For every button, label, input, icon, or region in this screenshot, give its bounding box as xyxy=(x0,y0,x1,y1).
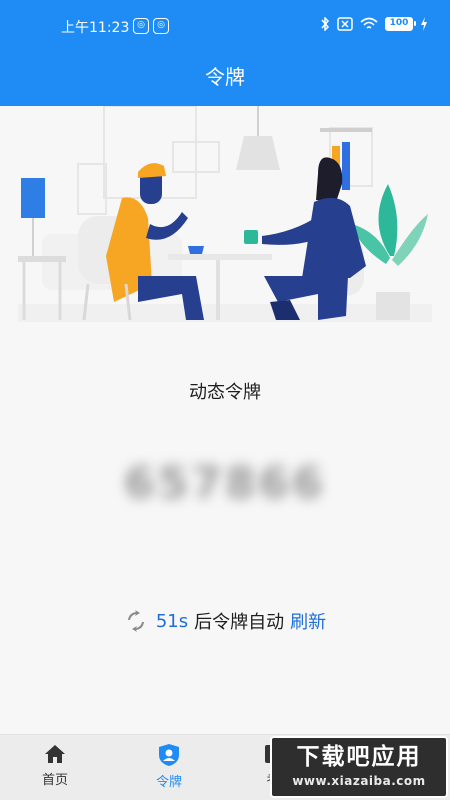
tab-token[interactable]: 令牌 xyxy=(134,743,204,790)
status-time: 上午11:23 xyxy=(61,20,130,36)
app-bar: 令牌 xyxy=(0,52,450,106)
status-bar: 上午11:23 ◎ ◎ 100 xyxy=(0,0,450,52)
tab-home[interactable]: 首页 xyxy=(20,743,90,788)
tab-token-label: 令牌 xyxy=(155,775,182,790)
charging-icon xyxy=(421,17,427,31)
refresh-link[interactable]: 刷新 xyxy=(290,608,326,634)
battery-icon: 100 xyxy=(385,17,416,31)
notification-icon: ◎ xyxy=(153,18,169,34)
shield-user-icon xyxy=(159,744,179,766)
token-code: 657866 xyxy=(124,458,326,509)
refresh-row: 51s 后令牌自动 刷新 xyxy=(0,608,450,634)
token-title: 动态令牌 xyxy=(189,382,261,403)
tab-home-label: 首页 xyxy=(41,773,68,788)
home-icon xyxy=(45,745,65,763)
app-screen: 上午11:23 ◎ ◎ 100 令牌 动态令牌 657866 51s 后令牌自动… xyxy=(0,0,450,800)
notification-icon: ◎ xyxy=(133,18,149,34)
sim-icon xyxy=(337,17,353,31)
meeting-illustration xyxy=(18,106,432,322)
refresh-text: 后令牌自动 xyxy=(194,612,285,633)
refresh-icon[interactable] xyxy=(124,609,148,633)
wifi-icon xyxy=(360,17,378,29)
countdown-timer: 51s xyxy=(155,610,189,632)
watermark-logo: 下载吧应用 www.xiazaiba.com xyxy=(270,736,448,798)
watermark-main-text: 下载吧应用 xyxy=(296,744,422,770)
watermark-sub-text: www.xiazaiba.com xyxy=(292,774,426,788)
status-icons: 100 xyxy=(320,17,428,31)
token-content: 动态令牌 657866 51s 后令牌自动 刷新 xyxy=(0,106,450,734)
bluetooth-icon xyxy=(321,17,330,31)
page-title: 令牌 xyxy=(205,65,245,89)
